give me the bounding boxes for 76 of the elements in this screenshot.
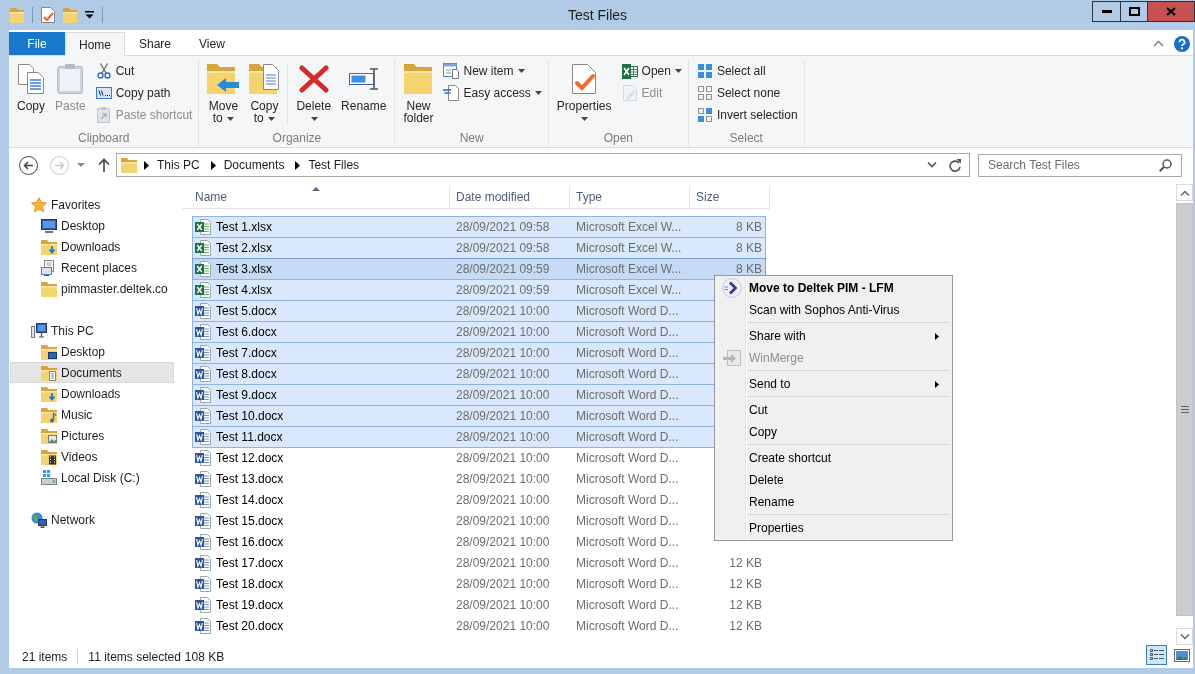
table-cell-text: Microsoft Word D... — [575, 304, 680, 318]
group-label: Open — [602, 131, 635, 146]
table-cell-text: Microsoft Excel W... — [575, 241, 683, 255]
table-cell-text: Microsoft Word D... — [575, 325, 680, 339]
group-label: Select — [728, 131, 764, 146]
table-cell-text: Microsoft Word D... — [575, 556, 680, 570]
file-name: Test 16.docx — [216, 535, 284, 549]
table-cell-text: Microsoft Word D... — [575, 619, 680, 633]
table-cell-text: Microsoft Word D... — [575, 451, 680, 465]
file-name: Test 5.docx — [216, 304, 277, 318]
table-cell-text: Microsoft Word D... — [575, 472, 680, 486]
file-name: Test 12.docx — [216, 451, 284, 465]
table-cell-text: 12 KB — [728, 619, 763, 633]
file-name: Test 11.docx — [216, 430, 283, 444]
file-name: Test 2.xlsx — [216, 241, 272, 255]
table-cell-text: 12 KB — [728, 556, 763, 570]
table-cell-text: 28/09/2021 09:59 — [455, 283, 551, 297]
table-cell-text: 8 KB — [735, 241, 763, 255]
group-label: New — [458, 131, 485, 146]
table-cell-text: 28/09/2021 10:00 — [455, 577, 551, 591]
file-name: Test 1.xlsx — [216, 220, 272, 234]
table-cell-text: 28/09/2021 09:59 — [455, 262, 551, 276]
table-cell-text: Microsoft Word D... — [575, 388, 680, 402]
group-label: Organize — [271, 131, 323, 146]
table-cell-text: 28/09/2021 10:00 — [455, 514, 551, 528]
file-name: Test 19.docx — [216, 598, 284, 612]
file-name: Test 20.docx — [216, 619, 284, 633]
file-name: Test 18.docx — [216, 577, 284, 591]
table-cell-text: Microsoft Word D... — [575, 598, 680, 612]
file-name: Test 15.docx — [216, 514, 284, 528]
file-name: Test 3.xlsx — [216, 262, 272, 276]
table-cell-text: 28/09/2021 10:00 — [455, 472, 551, 486]
status-text: 11 items selected — [88, 649, 181, 664]
table-cell-text: 28/09/2021 10:00 — [455, 346, 551, 360]
table-cell-text: 28/09/2021 10:00 — [455, 388, 551, 402]
table-cell-text: Microsoft Word D... — [575, 346, 680, 360]
table-cell-text: 28/09/2021 10:00 — [455, 304, 551, 318]
table-cell-text: 28/09/2021 10:00 — [455, 493, 551, 507]
table-cell-text: 28/09/2021 09:58 — [455, 241, 551, 255]
table-cell-text: 12 KB — [728, 577, 763, 591]
table-cell-text: 28/09/2021 10:00 — [455, 619, 551, 633]
table-cell-text: 28/09/2021 10:00 — [455, 430, 551, 444]
file-name: Test 9.docx — [216, 388, 277, 402]
window-title: Test Files — [567, 6, 628, 25]
table-cell-text: 8 KB — [735, 220, 763, 234]
table-cell-text: 12 KB — [728, 598, 763, 612]
table-cell-text: Microsoft Word D... — [575, 535, 680, 549]
table-cell-text: 28/09/2021 10:00 — [455, 325, 551, 339]
table-cell-text: 28/09/2021 10:00 — [455, 367, 551, 381]
status-text: 21 items — [22, 649, 68, 664]
table-cell-text: 28/09/2021 10:00 — [455, 451, 551, 465]
table-cell-text: Microsoft Excel W... — [575, 262, 683, 276]
file-name: Test 14.docx — [216, 493, 284, 507]
table-cell-text: 28/09/2021 10:00 — [455, 535, 551, 549]
table-cell-text: Microsoft Word D... — [575, 367, 680, 381]
table-cell-text: Microsoft Word D... — [575, 514, 680, 528]
file-name: Test 13.docx — [216, 472, 284, 486]
table-cell-text: Microsoft Excel W... — [575, 283, 683, 297]
file-name: Test 17.docx — [216, 556, 284, 570]
table-cell-text: Microsoft Word D... — [575, 409, 680, 423]
file-name: Test 10.docx — [216, 409, 284, 423]
table-cell-text: 28/09/2021 10:00 — [455, 409, 551, 423]
table-cell-text: Microsoft Excel W... — [575, 220, 683, 234]
table-cell-text: 28/09/2021 09:58 — [455, 220, 551, 234]
table-cell-text: Microsoft Word D... — [575, 430, 680, 444]
table-cell-text: Microsoft Word D... — [575, 493, 680, 507]
file-name: Test 8.docx — [216, 367, 277, 381]
table-cell-text: 8 KB — [735, 262, 763, 276]
file-name: Test 7.docx — [216, 346, 277, 360]
table-cell-text: 28/09/2021 10:00 — [455, 556, 551, 570]
table-cell-text: 28/09/2021 10:00 — [455, 598, 551, 612]
group-label: Clipboard — [77, 131, 131, 146]
status-text: 108 KB — [184, 649, 225, 664]
table-cell-text: Microsoft Word D... — [575, 577, 680, 591]
file-name: Test 4.xlsx — [216, 283, 272, 297]
file-name: Test 6.docx — [216, 325, 277, 339]
